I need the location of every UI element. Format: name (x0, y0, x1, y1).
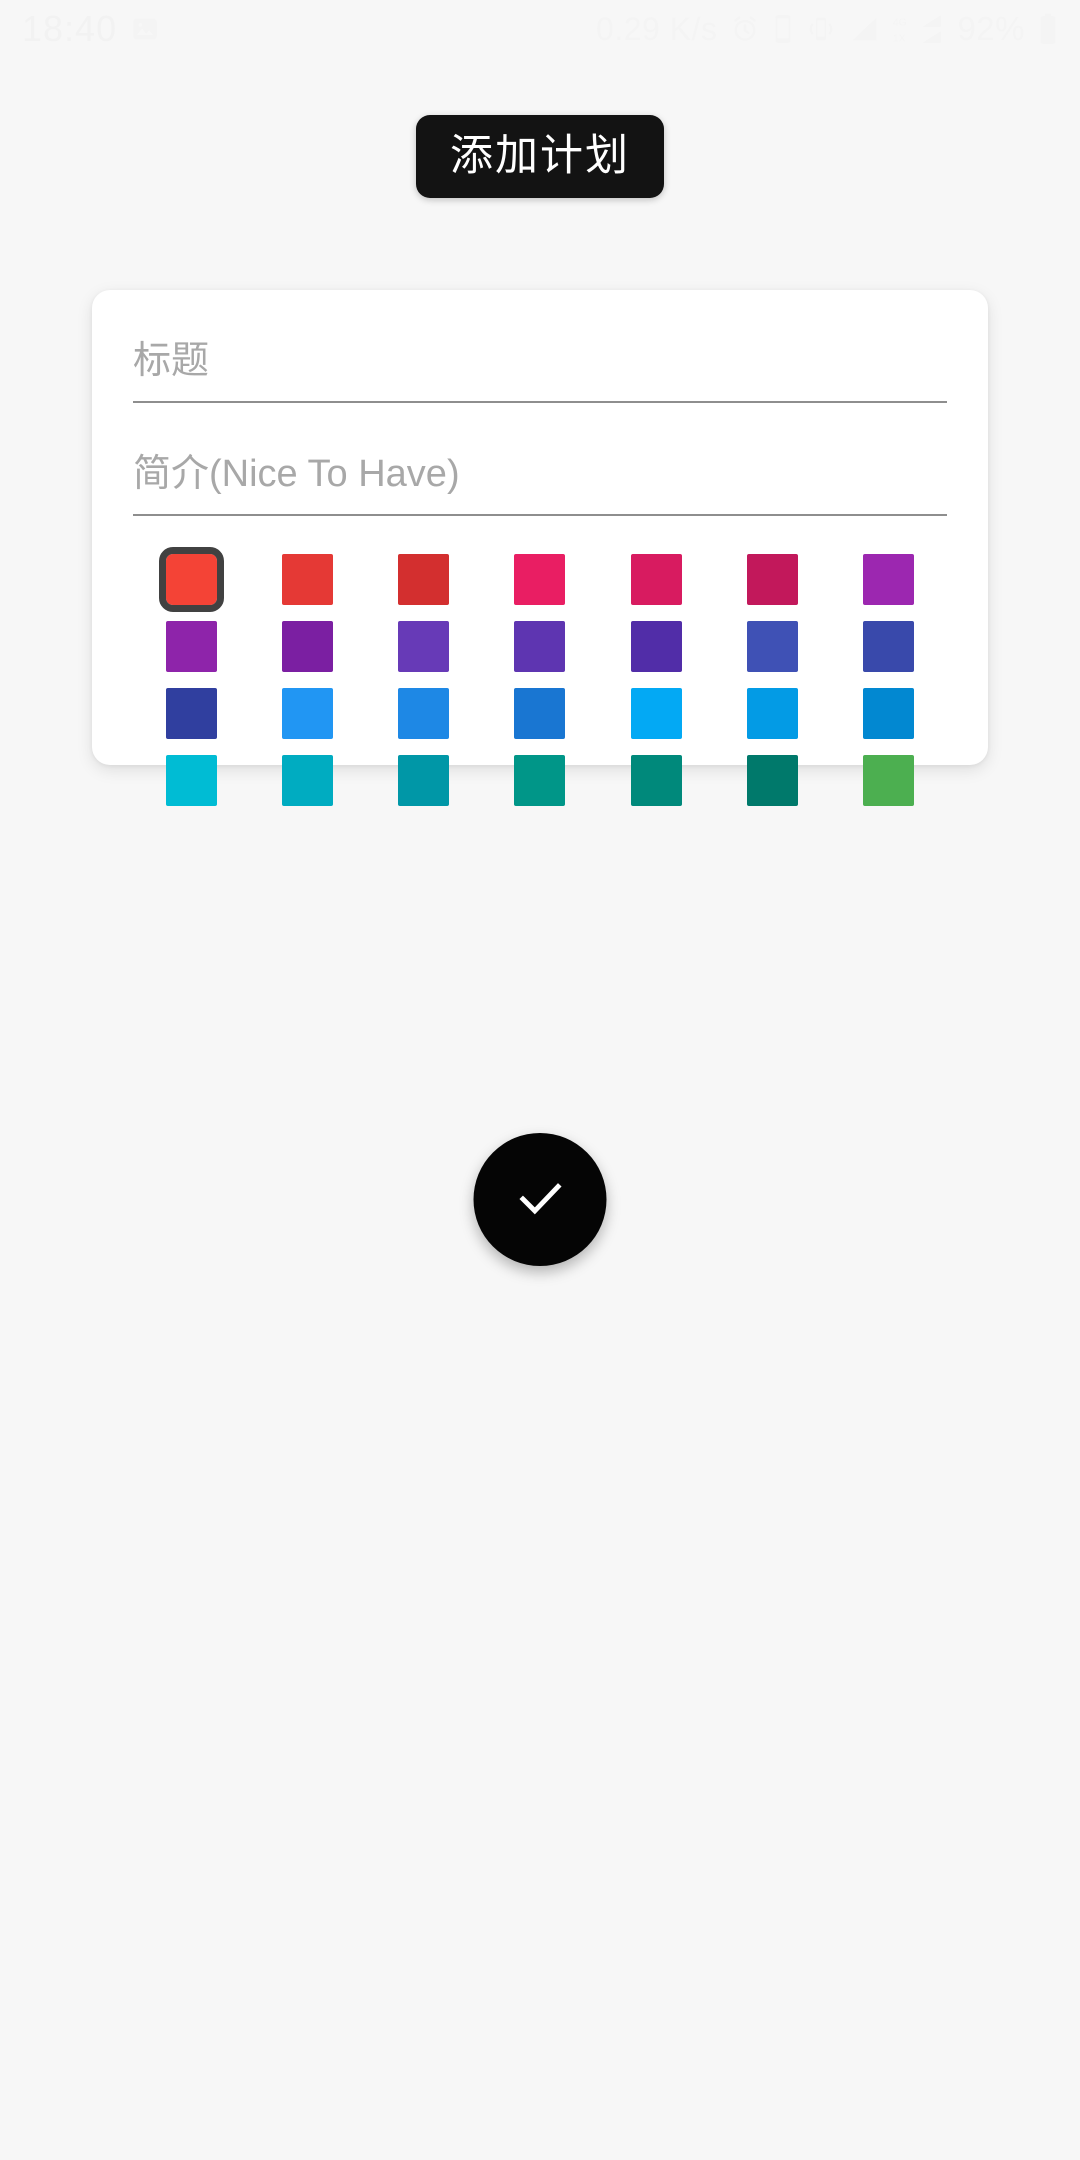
status-bar-right: 0.29 K/s 4G 1X 92% (596, 10, 1058, 48)
title-field-underline (133, 401, 947, 403)
color-swatch-cell[interactable] (366, 688, 482, 739)
phone-icon (773, 14, 793, 44)
color-swatch-blue-600[interactable] (398, 688, 450, 739)
color-swatch-cell[interactable] (714, 688, 830, 739)
color-swatch-cell[interactable] (831, 621, 947, 672)
color-swatch-indigo[interactable] (747, 621, 799, 672)
color-swatch-teal-700[interactable] (747, 755, 799, 806)
color-swatch-red-700[interactable] (398, 554, 450, 605)
color-swatch-indigo-700[interactable] (165, 688, 217, 739)
color-swatch-cell[interactable] (714, 554, 830, 605)
status-bar: 18:40 0.29 K/s 4G 1X 92% (0, 0, 1080, 58)
color-swatch-light-blue[interactable] (630, 688, 682, 739)
description-input[interactable] (133, 449, 947, 514)
color-swatch-cyan-700[interactable] (398, 755, 450, 806)
photo-icon (131, 15, 159, 43)
color-swatch-cell[interactable] (249, 688, 365, 739)
color-swatch-cell[interactable] (133, 755, 249, 806)
color-swatch-cell[interactable] (831, 688, 947, 739)
color-swatch-blue[interactable] (281, 688, 333, 739)
color-swatch-cell[interactable] (249, 554, 365, 605)
signal-bars-icon (849, 15, 879, 43)
status-bar-clock: 18:40 (22, 8, 118, 49)
svg-text:1X: 1X (893, 34, 906, 45)
color-swatch-cell[interactable] (482, 621, 598, 672)
color-swatch-pink-700[interactable] (747, 554, 799, 605)
color-swatch-deep-purple-600[interactable] (514, 621, 566, 672)
color-swatch-pink[interactable] (514, 554, 566, 605)
svg-text:4G: 4G (893, 18, 907, 29)
field-spacer (133, 417, 947, 449)
color-swatch-light-blue-600[interactable] (747, 688, 799, 739)
color-swatch-indigo-600[interactable] (863, 621, 915, 672)
color-swatch-cell[interactable] (366, 621, 482, 672)
color-swatch-teal-600[interactable] (630, 755, 682, 806)
color-swatch-pink-600[interactable] (630, 554, 682, 605)
color-picker-grid[interactable] (133, 547, 947, 806)
color-swatch-cyan[interactable] (165, 755, 217, 806)
network-speed-label: 0.29 K/s (596, 10, 718, 47)
page-title-chip: 添加计划 (416, 115, 664, 198)
color-swatch-cell[interactable] (598, 554, 714, 605)
color-swatch-light-blue-700[interactable] (863, 688, 915, 739)
add-plan-card (92, 290, 988, 806)
title-field-wrapper (133, 336, 947, 403)
color-swatch-red[interactable] (158, 547, 224, 612)
vibrate-icon (806, 14, 836, 44)
color-swatch-blue-700[interactable] (514, 688, 566, 739)
battery-percent-label: 92% (957, 10, 1025, 47)
confirm-button[interactable] (473, 1133, 607, 1266)
check-icon (509, 1167, 571, 1232)
color-swatch-purple-700[interactable] (281, 621, 333, 672)
color-swatch-cell[interactable] (598, 621, 714, 672)
color-swatch-deep-purple-700[interactable] (630, 621, 682, 672)
color-swatch-cell[interactable] (598, 688, 714, 739)
color-swatch-cell[interactable] (133, 688, 249, 739)
description-field-underline (133, 514, 947, 516)
color-swatch-cell[interactable] (133, 547, 249, 612)
color-swatch-cell[interactable] (831, 554, 947, 605)
dual-sim-4g-1x-signal-icon: 4G 1X (892, 13, 944, 45)
color-swatch-cell[interactable] (482, 554, 598, 605)
title-input[interactable] (133, 336, 947, 401)
color-swatch-cell[interactable] (133, 621, 249, 672)
color-swatch-green[interactable] (863, 755, 915, 806)
page-title: 添加计划 (450, 132, 630, 180)
color-swatch-cell[interactable] (482, 755, 598, 806)
color-swatch-cell[interactable] (366, 755, 482, 806)
color-swatch-cell[interactable] (366, 554, 482, 605)
status-bar-left: 18:40 (22, 8, 159, 50)
color-swatch-cell[interactable] (249, 755, 365, 806)
color-swatch-cyan-600[interactable] (281, 755, 333, 806)
color-swatch-purple-600[interactable] (165, 621, 217, 672)
description-field-wrapper (133, 449, 947, 516)
color-swatch-cell[interactable] (249, 621, 365, 672)
color-swatch-teal[interactable] (514, 755, 566, 806)
color-swatch-cell[interactable] (482, 688, 598, 739)
color-swatch-cell[interactable] (714, 621, 830, 672)
color-swatch-purple[interactable] (863, 554, 915, 605)
color-swatch-cell[interactable] (714, 755, 830, 806)
color-swatch-cell[interactable] (598, 755, 714, 806)
alarm-clock-icon (730, 14, 760, 44)
color-swatch-deep-purple[interactable] (398, 621, 450, 672)
battery-icon (1038, 13, 1058, 45)
color-swatch-red-600[interactable] (281, 554, 333, 605)
color-swatch-cell[interactable] (831, 755, 947, 806)
